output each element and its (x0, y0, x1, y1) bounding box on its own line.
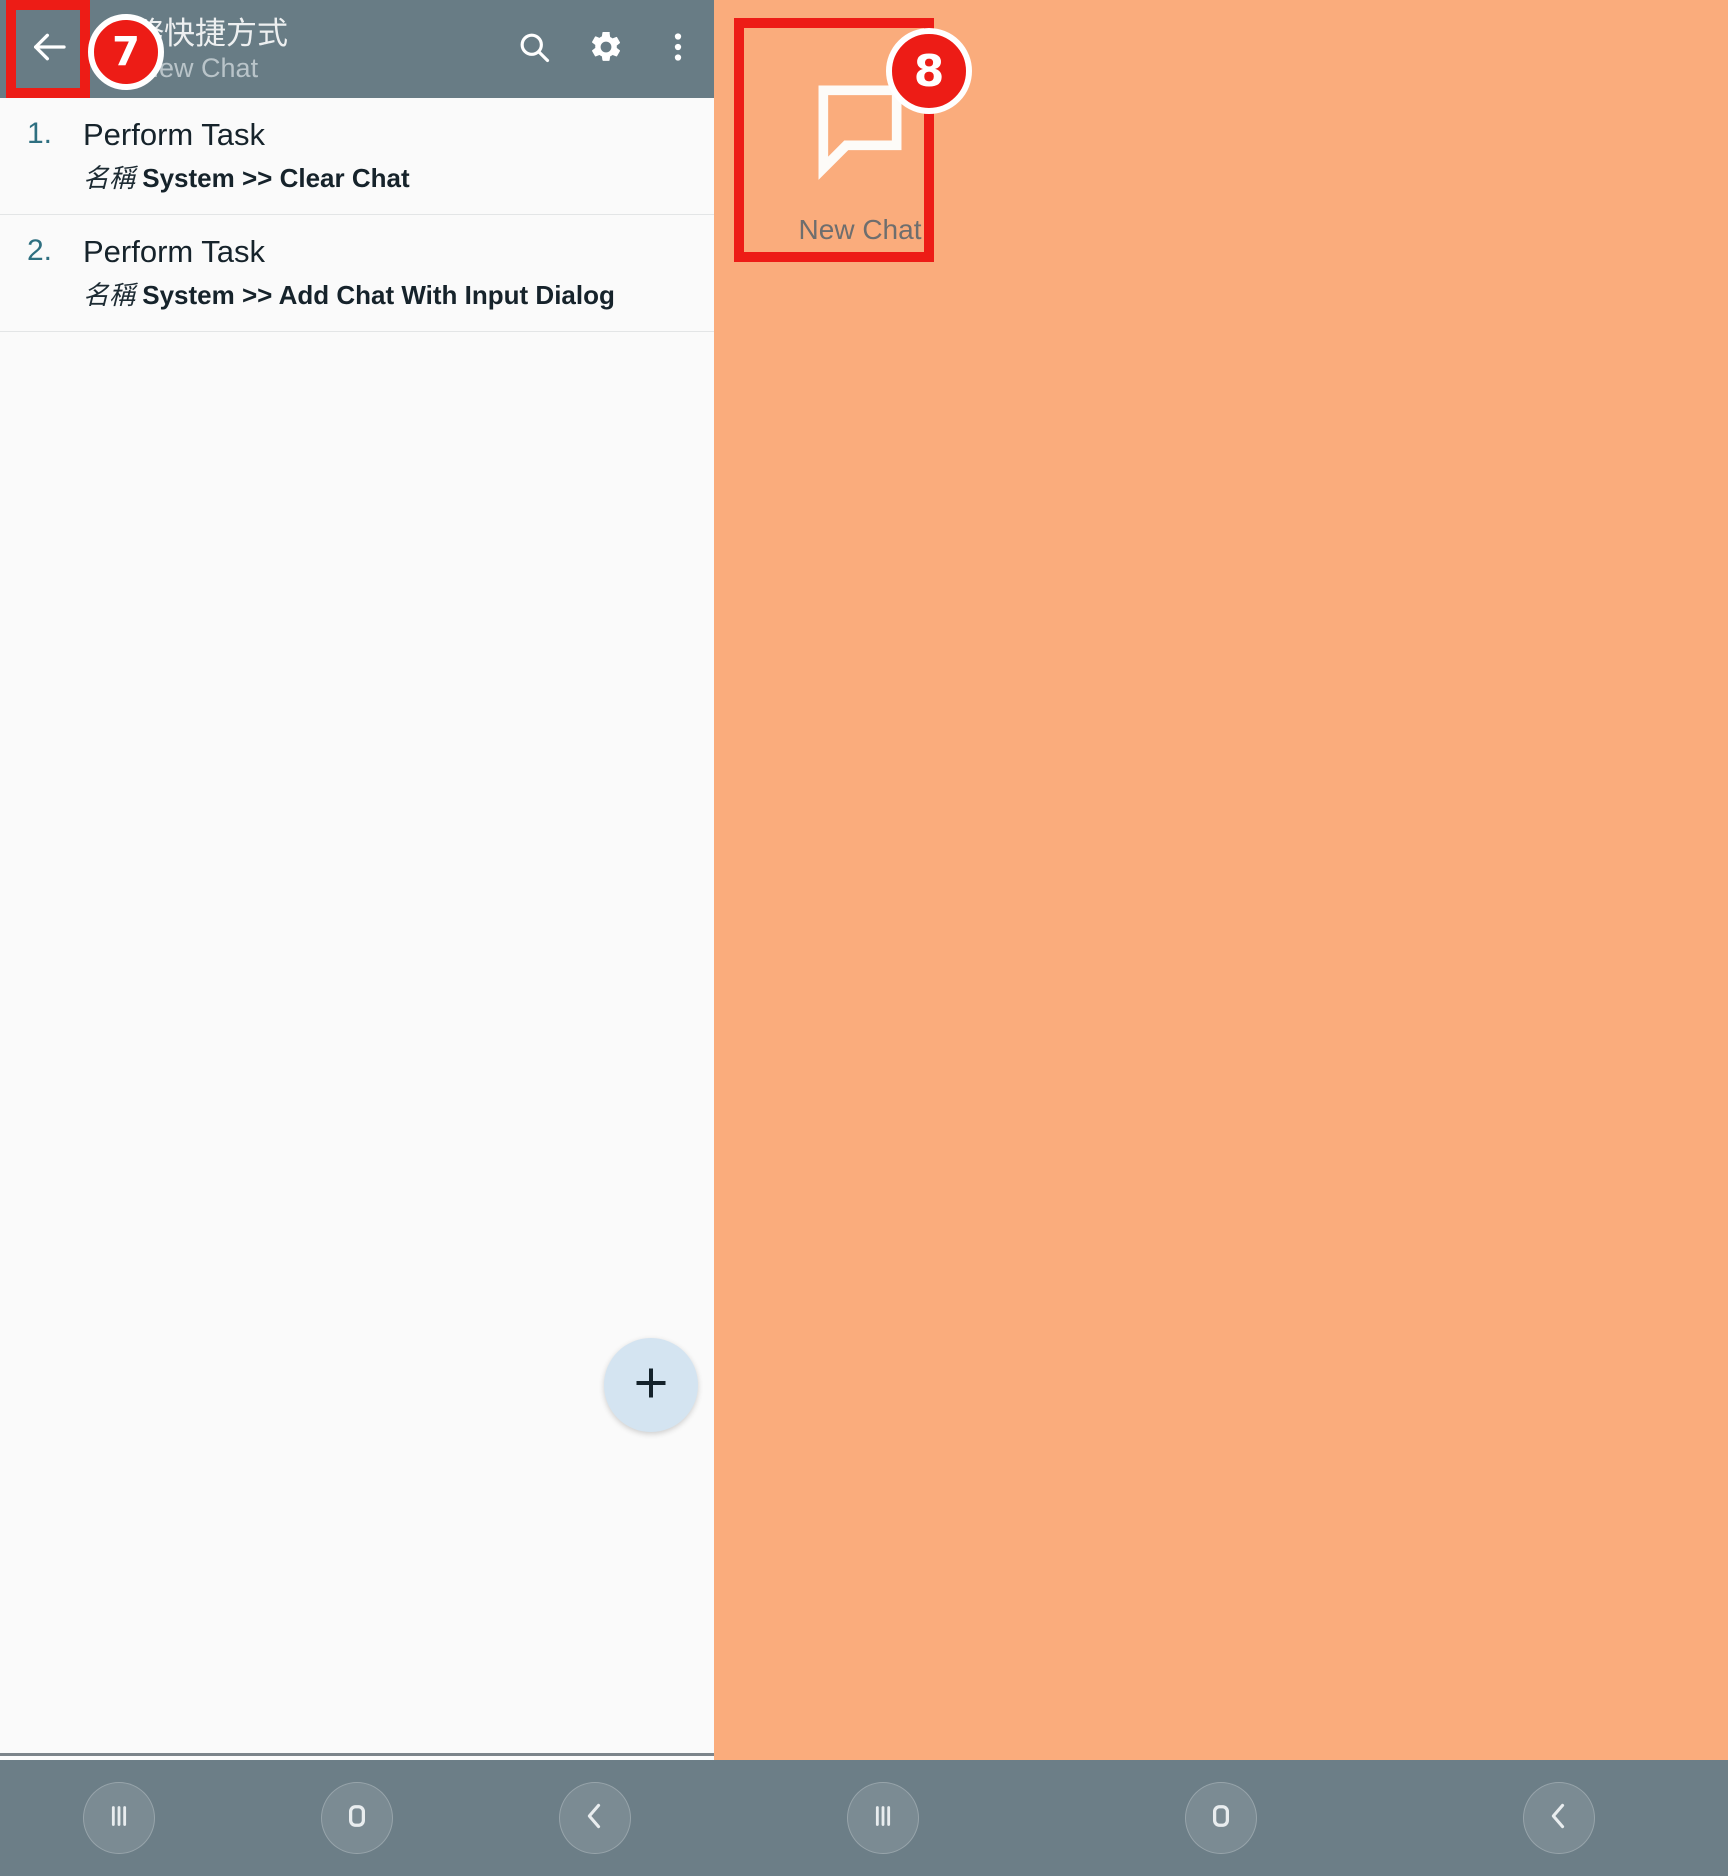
android-home-screen: New Chat 8 (714, 0, 1728, 1876)
action-number: 2. (27, 234, 53, 267)
back-icon (578, 1799, 612, 1838)
home-button[interactable] (1185, 1782, 1257, 1854)
arrow-back-icon (29, 27, 69, 72)
list-item[interactable]: 2. Perform Task 名稱 System >> Add Chat Wi… (0, 215, 714, 332)
back-button[interactable] (0, 0, 98, 98)
task-editor-screen: 任務快捷方式 2 / New Chat 1. Perform Task 名稱 S… (0, 0, 714, 1876)
gear-icon (588, 29, 624, 70)
add-action-button[interactable] (604, 1338, 698, 1432)
action-parameter-value: System >> Clear Chat (142, 163, 410, 193)
back-icon (1542, 1799, 1576, 1838)
action-parameter-label: 名稱 (83, 163, 136, 193)
home-icon (1204, 1799, 1238, 1838)
recents-icon (866, 1799, 900, 1838)
shortcut-label: New Chat (798, 214, 922, 245)
more-vertical-icon (660, 29, 696, 70)
system-navigation-bar (0, 1760, 714, 1876)
system-navigation-bar (714, 1760, 1728, 1876)
search-button[interactable] (498, 0, 570, 98)
annotation-badge-8: 8 (886, 28, 972, 114)
back-button[interactable] (1523, 1782, 1595, 1854)
recents-button[interactable] (83, 1782, 155, 1854)
action-list: 1. Perform Task 名稱 System >> Clear Chat … (0, 98, 714, 1876)
list-item[interactable]: 1. Perform Task 名稱 System >> Clear Chat (0, 98, 714, 215)
action-parameter: 名稱 System >> Add Chat With Input Dialog (83, 275, 714, 315)
action-parameter-value: System >> Add Chat With Input Dialog (142, 280, 615, 310)
plus-icon (631, 1363, 671, 1408)
action-parameter: 名稱 System >> Clear Chat (83, 158, 714, 198)
recents-icon (102, 1799, 136, 1838)
overflow-menu-button[interactable] (642, 0, 714, 98)
action-parameter-label: 名稱 (83, 280, 136, 310)
toolbar-actions (498, 0, 714, 98)
home-icon (340, 1799, 374, 1838)
recents-button[interactable] (847, 1782, 919, 1854)
back-button[interactable] (559, 1782, 631, 1854)
action-name: Perform Task (83, 117, 266, 152)
home-button[interactable] (321, 1782, 393, 1854)
annotation-badge-7: 7 (88, 14, 164, 90)
action-number: 1. (27, 117, 53, 150)
search-icon (516, 29, 552, 70)
action-name: Perform Task (83, 234, 266, 269)
settings-button[interactable] (570, 0, 642, 98)
